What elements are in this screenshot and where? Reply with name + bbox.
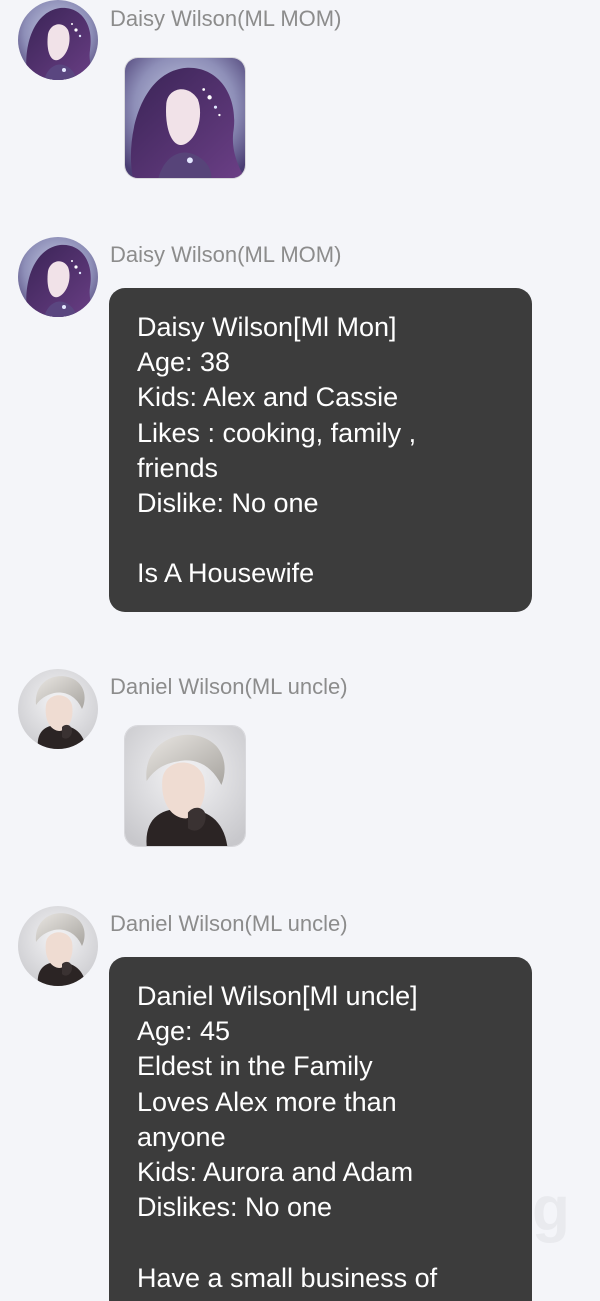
app-watermark: g: [532, 1170, 600, 1250]
message-line: anyone: [137, 1121, 226, 1152]
daisy-avatar[interactable]: [18, 237, 98, 317]
message-line: Age: 45: [137, 1016, 231, 1047]
message-line: [137, 1225, 504, 1260]
sender-name: Daniel Wilson(ML uncle): [110, 911, 348, 936]
message-line: Dislikes: No one: [137, 1192, 333, 1223]
sender-name: Daisy Wilson(ML MOM): [110, 242, 342, 267]
message-line: Kids: Aurora and Adam: [137, 1157, 414, 1188]
daniel-avatar[interactable]: [18, 906, 98, 986]
message-bubble[interactable]: Daisy Wilson[Ml Mon] Age: 38 Kids: Alex …: [109, 288, 532, 612]
message-line: [137, 521, 504, 556]
message-line: Likes : cooking, family ,: [137, 417, 417, 448]
message-line: Have a small business of: [137, 1262, 438, 1293]
sender-name: Daisy Wilson(ML MOM): [110, 6, 342, 31]
sender-name: Daniel Wilson(ML uncle): [110, 674, 348, 699]
message-line: Loves Alex more than: [137, 1086, 397, 1117]
message-line: friends: [137, 452, 219, 483]
watermark-text: g: [532, 1175, 570, 1244]
message-line: Daisy Wilson[Ml Mon]: [137, 312, 397, 342]
sticker-image[interactable]: [124, 57, 246, 179]
message-line: Is A Housewife: [137, 558, 315, 589]
message-bubble[interactable]: Daniel Wilson[Ml uncle] Age: 45 Eldest i…: [109, 957, 532, 1301]
sticker-image[interactable]: [124, 725, 246, 847]
message-line: Daniel Wilson[Ml uncle]: [137, 981, 418, 1011]
chat-thread: Daisy Wilson(ML MOM) Daisy Wilson(ML MOM…: [0, 0, 600, 1301]
message-line: Eldest in the Family: [137, 1051, 373, 1082]
daniel-avatar[interactable]: [18, 669, 98, 749]
message-line: Age: 38: [137, 347, 231, 378]
message-line: Dislike: No one: [137, 488, 319, 519]
message-line: Kids: Alex and Cassie: [137, 382, 399, 413]
daisy-avatar[interactable]: [18, 0, 98, 80]
